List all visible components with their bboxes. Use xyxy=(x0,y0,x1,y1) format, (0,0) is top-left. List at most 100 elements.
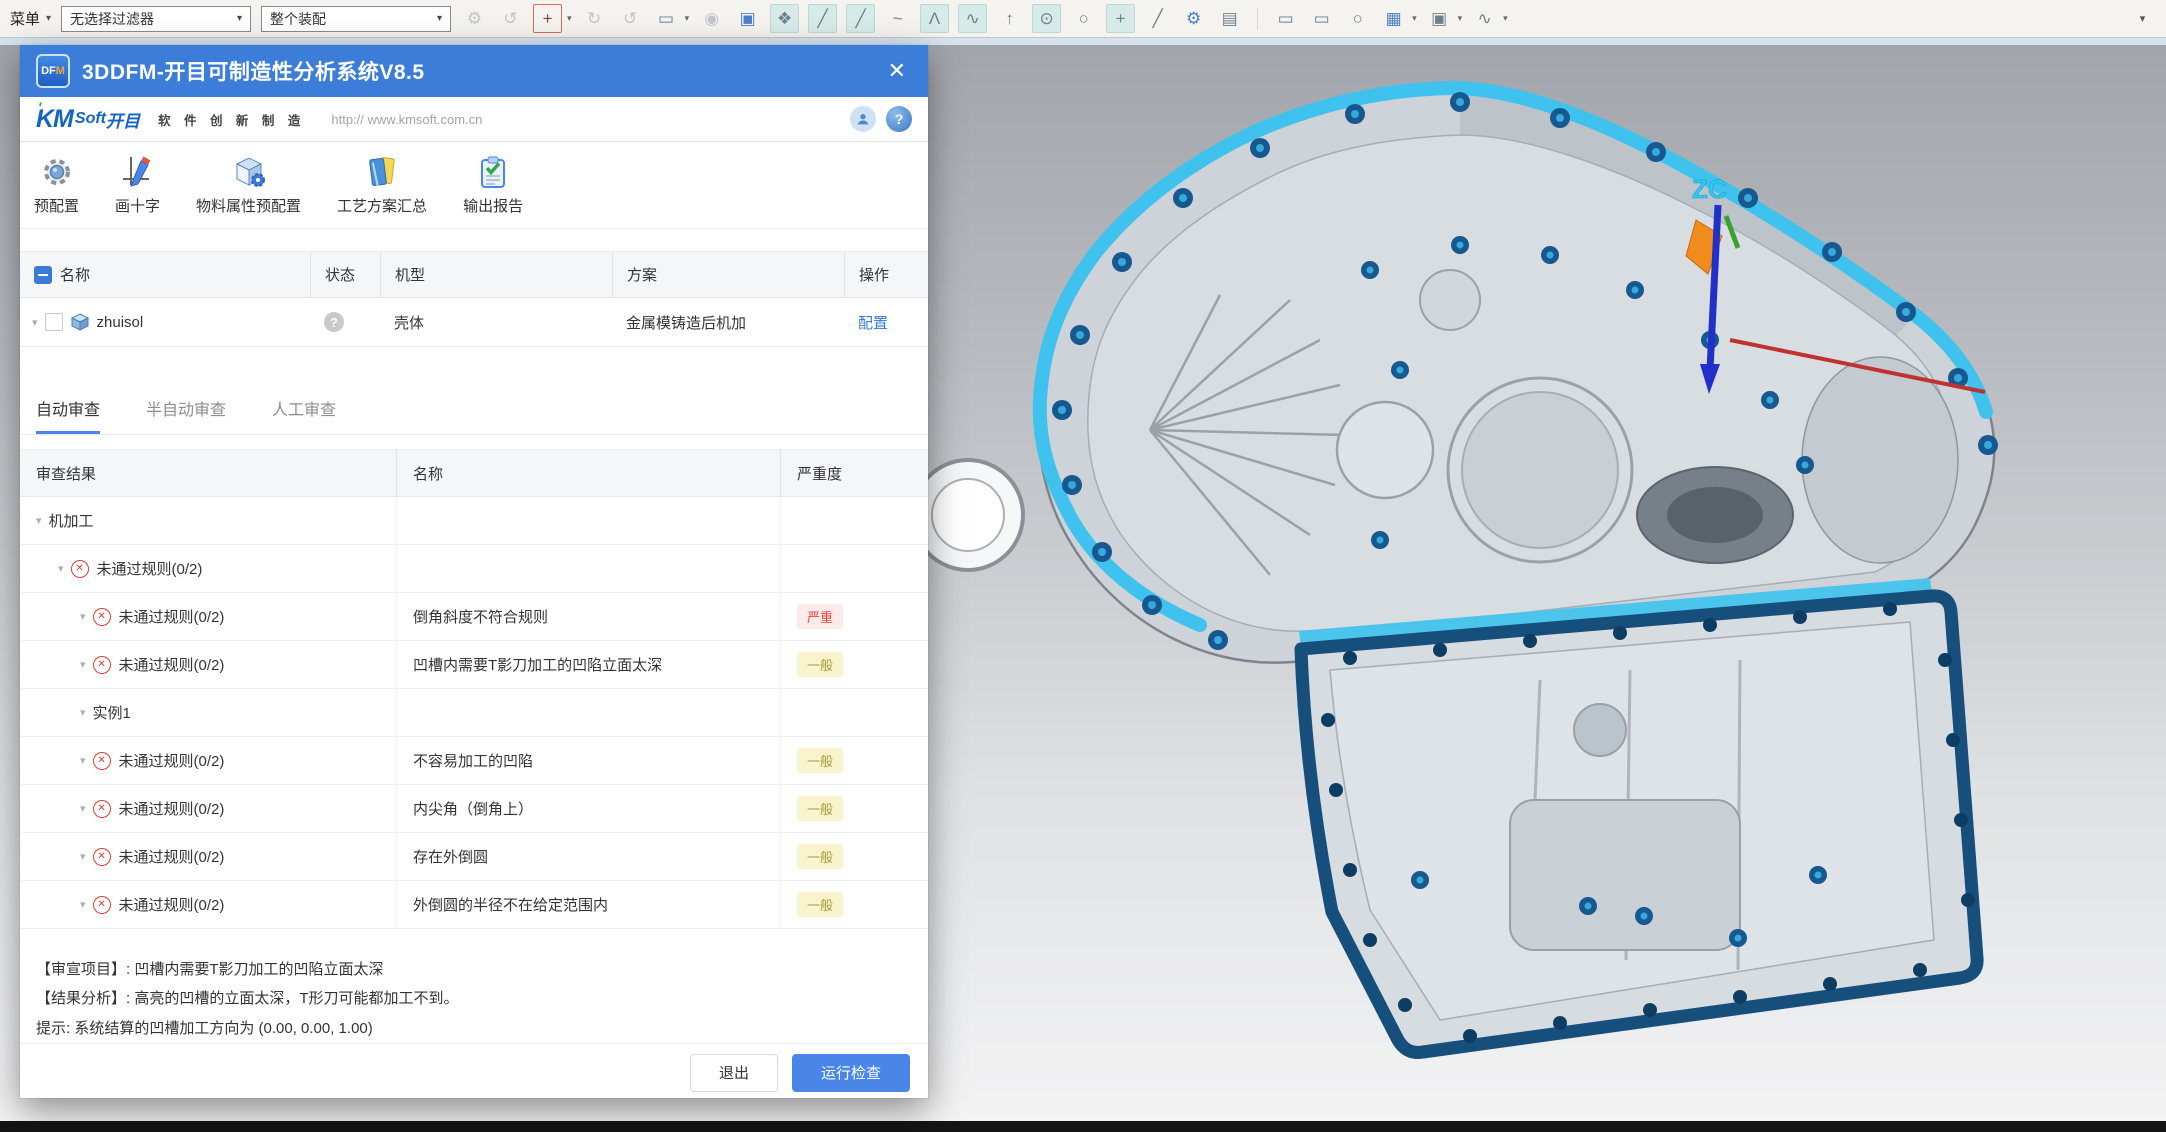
rule-name: 外倒圆的半径不在给定范围内 xyxy=(396,881,780,928)
selection-filter-value: 无选择过滤器 xyxy=(70,9,154,29)
select-all-checkbox[interactable] xyxy=(34,266,52,284)
result-row[interactable]: ▾ ✕ 未通过规则(0/2) 倒角斜度不符合规则 严重 xyxy=(20,593,928,641)
rule-failed-icon: ✕ xyxy=(93,752,111,770)
draw-cross-button[interactable]: 画十字 xyxy=(115,154,160,216)
expand-caret-icon[interactable]: ▾ xyxy=(80,610,86,623)
preconfig-button[interactable]: 预配置 xyxy=(34,154,79,216)
tool-sync[interactable]: ↺ xyxy=(497,5,524,32)
part-checkbox[interactable] xyxy=(45,313,63,331)
expand-caret-icon[interactable]: ▾ xyxy=(80,898,86,911)
close-icon[interactable]: ✕ xyxy=(882,56,912,86)
dropdown-caret-icon[interactable]: ▾ xyxy=(1503,13,1508,24)
result-row[interactable]: ▾ ✕ 未通过规则(0/2) 存在外倒圆 一般 xyxy=(20,833,928,881)
tool-settings[interactable]: ⚙ xyxy=(461,5,488,32)
result-row[interactable]: ▾ ✕ 未通过规则(0/2) 内尖角（倒角上） 一般 xyxy=(20,785,928,833)
dialog-titlebar[interactable]: DFM 3DDFM-开目可制造性分析系统V8.5 ✕ xyxy=(20,45,928,97)
result-tree-label: 未通过规则(0/2) xyxy=(119,798,225,819)
tool-curve[interactable]: ~ xyxy=(884,5,911,32)
dialog-action-toolbar: 预配置 画十字 物料属性预配置 xyxy=(20,142,928,229)
process-summary-button[interactable]: 工艺方案汇总 xyxy=(337,154,427,216)
tool-window-a[interactable]: ▭ xyxy=(1272,5,1299,32)
result-tree-label: 未通过规则(0/2) xyxy=(119,894,225,915)
tool-line-point[interactable]: ╱ xyxy=(846,4,875,33)
tool-cube[interactable]: ▣ xyxy=(1426,5,1453,32)
tool-window-b[interactable]: ▭ xyxy=(1308,5,1335,32)
rule-name: 内尖角（倒角上） xyxy=(396,785,780,832)
tool-polyline[interactable]: ╱ xyxy=(1144,5,1171,32)
tool-undo[interactable]: ↺ xyxy=(617,5,644,32)
expand-caret-icon[interactable]: ▾ xyxy=(36,514,42,527)
tab-semi-auto-review[interactable]: 半自动审查 xyxy=(146,396,226,434)
tab-auto-review[interactable]: 自动审查 xyxy=(36,396,100,434)
selection-scope-dropdown[interactable]: 整个装配 ▾ xyxy=(261,6,451,32)
tool-constraint-network[interactable]: ❖ xyxy=(770,4,799,33)
tool-line[interactable]: ╱ xyxy=(808,4,837,33)
tool-spline[interactable]: ∿ xyxy=(958,4,987,33)
tool-fan[interactable]: ↑ xyxy=(996,5,1023,32)
result-row[interactable]: ▾ ✕ 未通过规则(0/2) 凹槽内需要T影刀加工的凹陷立面太深 一般 xyxy=(20,641,928,689)
kmsoft-logo-cn: 开目 xyxy=(106,107,140,132)
tool-point[interactable]: + xyxy=(1106,4,1135,33)
part-scheme: 金属模铸造后机加 xyxy=(612,298,844,346)
help-icon[interactable]: ? xyxy=(886,106,912,132)
col-severity: 严重度 xyxy=(780,450,928,496)
tool-ellipse[interactable]: ○ xyxy=(1070,5,1097,32)
result-row[interactable]: ▾ ✕ 未通过规则(0/2) 不容易加工的凹陷 一般 xyxy=(20,737,928,785)
tab-manual-review[interactable]: 人工审查 xyxy=(272,396,336,434)
results-table-header: 审查结果 名称 严重度 xyxy=(20,449,928,497)
results-rows: ▾ ✕ 机加工 ▾ ✕ 未通过规则(0/2) ▾ ✕ 未通过规则(0/2) 倒角… xyxy=(20,497,928,929)
tool-rect-select[interactable]: ▭ xyxy=(653,5,680,32)
kmsoft-logo: ′KM xyxy=(36,105,73,134)
brand-url[interactable]: http:// www.kmsoft.com.cn xyxy=(331,112,482,127)
result-row[interactable]: ▾ ✕ 机加工 xyxy=(20,497,928,545)
part-row[interactable]: ▾ zhuisol ? 壳体 金属模铸造后机加 配置 xyxy=(20,298,928,347)
col-operation: 操作 xyxy=(844,252,928,297)
tool-sphere-view[interactable]: ◉ xyxy=(698,5,725,32)
tool-sheets[interactable]: ▤ xyxy=(1216,5,1243,32)
expand-caret-icon[interactable]: ▾ xyxy=(80,802,86,815)
result-row[interactable]: ▾ ✕ 未通过规则(0/2) xyxy=(20,545,928,593)
exit-button[interactable]: 退出 xyxy=(690,1054,778,1092)
expand-caret-icon[interactable]: ▾ xyxy=(80,706,86,719)
output-report-button[interactable]: 输出报告 xyxy=(463,154,523,216)
menu-button[interactable]: 菜单 ▾ xyxy=(10,8,51,29)
result-row[interactable]: ▾ ✕ 未通过规则(0/2) 外倒圆的半径不在给定范围内 一般 xyxy=(20,881,928,929)
expand-caret-icon[interactable]: ▾ xyxy=(80,754,86,767)
expand-caret-icon[interactable]: ▾ xyxy=(58,562,64,575)
col-machine-type: 机型 xyxy=(380,252,612,297)
expand-caret-icon[interactable]: ▾ xyxy=(32,316,38,329)
housing-inner-face xyxy=(1088,135,1953,631)
tool-grid[interactable]: ▦ xyxy=(1380,5,1407,32)
dropdown-caret-icon[interactable]: ▾ xyxy=(1412,13,1417,24)
toolbar-overflow[interactable]: ▾ xyxy=(2129,5,2156,32)
rule-name xyxy=(396,545,780,592)
material-preconfig-button[interactable]: 物料属性预配置 xyxy=(196,154,301,216)
result-tree-label: 未通过规则(0/2) xyxy=(97,558,203,579)
rule-name: 倒角斜度不符合规则 xyxy=(396,593,780,640)
selection-filter-dropdown[interactable]: 无选择过滤器 ▾ xyxy=(61,6,251,32)
chevron-down-icon: ▾ xyxy=(437,13,442,24)
brand-bar: ′KM Soft 开目 软 件 创 新 制 造 http:// www.kmso… xyxy=(20,97,928,142)
tool-studio-spline[interactable]: Λ xyxy=(920,4,949,33)
dropdown-caret-icon[interactable]: ▾ xyxy=(567,13,572,24)
user-avatar-icon[interactable] xyxy=(850,106,876,132)
tool-shaded-cube[interactable]: ▣ xyxy=(734,5,761,32)
tool-circle[interactable]: ⊙ xyxy=(1032,4,1061,33)
tool-redo[interactable]: ↻ xyxy=(581,5,608,32)
rule-failed-icon: ✕ xyxy=(93,656,111,674)
gearbox-housing-model[interactable]: ZC xyxy=(900,40,2166,1121)
configure-link[interactable]: 配置 xyxy=(858,312,888,333)
dropdown-caret-icon[interactable]: ▾ xyxy=(685,13,690,24)
result-row[interactable]: ▾ ✕ 实例1 xyxy=(20,689,928,737)
detail-review-item: 【审宣项目】: 凹槽内需要T影刀加工的凹陷立面太深 xyxy=(36,955,912,984)
dropdown-caret-icon[interactable]: ▾ xyxy=(1458,13,1463,24)
tool-loop[interactable]: ○ xyxy=(1344,5,1371,32)
tool-snap-point[interactable]: + xyxy=(533,4,562,33)
expand-caret-icon[interactable]: ▾ xyxy=(80,850,86,863)
part-status-cell: ? xyxy=(310,298,380,346)
review-results-table: 审查结果 名称 严重度 ▾ ✕ 机加工 ▾ ✕ 未通过规则(0/2) ▾ ✕ xyxy=(20,449,928,929)
run-check-button[interactable]: 运行检查 xyxy=(792,1054,910,1092)
expand-caret-icon[interactable]: ▾ xyxy=(80,658,86,671)
tool-measure[interactable]: ∿ xyxy=(1471,5,1498,32)
tool-helix[interactable]: ⚙ xyxy=(1180,5,1207,32)
